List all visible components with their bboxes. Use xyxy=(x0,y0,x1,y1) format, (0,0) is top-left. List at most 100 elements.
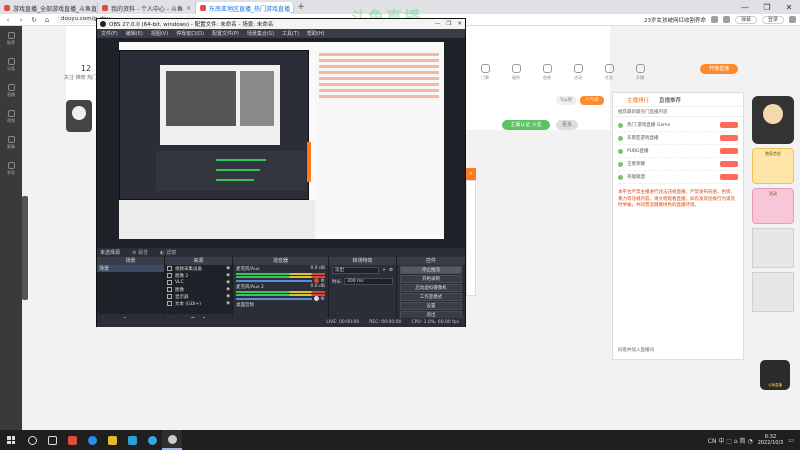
studio-mode-button[interactable]: 工作室模式 xyxy=(400,293,462,301)
gear-icon[interactable]: ⚙ xyxy=(321,278,325,284)
home-icon[interactable]: ⌂ xyxy=(43,16,51,24)
maximize-button[interactable]: ❐ xyxy=(756,3,778,12)
source-item[interactable]: 文本 (GDI+) ◉ xyxy=(165,300,232,307)
taskbar-app[interactable] xyxy=(82,430,102,450)
tab-recommend[interactable]: 直播推荐 xyxy=(659,96,681,104)
tab-rank[interactable]: 主播排行 xyxy=(627,96,649,104)
menu-help[interactable]: 帮助(H) xyxy=(307,30,325,37)
visibility-icon[interactable]: ◉ xyxy=(226,273,230,278)
visibility-icon[interactable]: ◉ xyxy=(226,301,230,306)
header-icon-item[interactable]: 鱼吧 xyxy=(538,64,556,81)
taskbar-app[interactable] xyxy=(102,430,122,450)
list-item[interactable]: 王者荣耀 xyxy=(618,158,738,171)
reload-icon[interactable]: ↻ xyxy=(30,16,38,24)
menu-view[interactable]: 视图(V) xyxy=(151,30,168,37)
header-icon-item[interactable]: 门票 xyxy=(476,64,494,81)
menu-tools[interactable]: 工具(T) xyxy=(282,30,299,37)
header-icon-item[interactable]: 福利 xyxy=(507,64,525,81)
new-tab-button[interactable]: + xyxy=(294,2,308,12)
close-window-button[interactable]: ✕ xyxy=(778,3,800,12)
add-icon[interactable]: + xyxy=(382,268,386,273)
menu-scene-collection[interactable]: 场景集合(S) xyxy=(247,30,274,37)
browser-tab-2[interactable]: 我的资料 - 个人中心 - 斗鱼 × xyxy=(98,2,196,14)
source-item[interactable]: VLC ◉ xyxy=(165,279,232,286)
start-button[interactable] xyxy=(0,430,22,450)
minimize-button[interactable]: — xyxy=(734,3,756,12)
sidebar-item[interactable]: 发现 xyxy=(0,156,22,182)
virtual-camera-button[interactable]: 启动虚拟摄像机 xyxy=(400,284,462,292)
avatar[interactable] xyxy=(66,100,92,132)
verify-pill[interactable]: 主播认证 火星 xyxy=(502,120,550,130)
sidebar-item[interactable]: 直播 xyxy=(0,78,22,104)
sidebar-scrollbar[interactable] xyxy=(22,196,28,300)
taskbar-app[interactable] xyxy=(122,430,142,450)
source-item[interactable]: 图像 ◉ xyxy=(165,286,232,293)
notification-icon[interactable]: ▭ xyxy=(788,437,794,444)
gear-icon[interactable]: ⚙ xyxy=(321,296,325,302)
browser-tab-1[interactable]: 游戏直播_全部游戏直播_斗鱼直播× xyxy=(0,2,98,14)
taskbar-app[interactable] xyxy=(62,430,82,450)
transition-select[interactable]: 淡出 xyxy=(332,267,380,274)
start-recording-button[interactable]: 开始录制 xyxy=(400,275,462,283)
source-item[interactable]: 图像 2 ◉ xyxy=(165,272,232,279)
clock[interactable]: 6:32 2022/10/3 xyxy=(758,434,784,446)
speaker-icon[interactable] xyxy=(313,296,319,301)
visibility-icon[interactable]: ◉ xyxy=(226,287,230,292)
extension-icon[interactable] xyxy=(722,16,730,23)
taskbar-app[interactable] xyxy=(142,430,162,450)
popup-close-icon[interactable]: × xyxy=(466,168,476,180)
list-item[interactable]: 热门 游戏直播 Game xyxy=(618,119,738,132)
minimize-button[interactable]: — xyxy=(435,21,441,27)
back-icon[interactable]: ‹ xyxy=(4,16,12,24)
rank-pill[interactable]: Top榜 xyxy=(556,96,576,105)
taskbar-app[interactable] xyxy=(162,430,182,450)
sidebar-item[interactable]: 视频 xyxy=(0,104,22,130)
mascot-image[interactable] xyxy=(752,96,794,144)
filters-button[interactable]: ◐ 滤镜 xyxy=(160,249,176,256)
mute-icon[interactable] xyxy=(313,278,319,283)
popular-pill[interactable]: 人气榜 xyxy=(580,96,604,105)
menu-profile[interactable]: 配置文件(P) xyxy=(212,30,239,37)
visibility-icon[interactable]: ◉ xyxy=(226,266,230,271)
menu-edit[interactable]: 编辑(E) xyxy=(126,30,143,37)
obs-preview[interactable] xyxy=(97,38,465,248)
duration-input[interactable]: 300 ms xyxy=(344,278,393,285)
list-item[interactable]: PUBG直播 xyxy=(618,145,738,158)
menu-docks[interactable]: 停靠窗口(D) xyxy=(176,30,204,37)
header-icon-item[interactable]: 开播 xyxy=(631,64,649,81)
browser-tab-3[interactable]: 东南亚地区直播_热门游戏直播_斗鱼× xyxy=(196,2,294,14)
close-tab-icon[interactable]: × xyxy=(186,5,191,12)
taskbar-app[interactable] xyxy=(42,430,62,450)
toolbar-pill[interactable]: 弹幕 xyxy=(734,15,757,24)
menu-icon[interactable] xyxy=(789,16,796,23)
toolbar-pill[interactable]: 登录 xyxy=(761,15,784,24)
sidebar-item[interactable]: 分类 xyxy=(0,52,22,78)
ad-banner[interactable]: 独家首发 xyxy=(752,148,794,184)
header-icon-item[interactable]: 任务 xyxy=(600,64,618,81)
visibility-icon[interactable]: ◉ xyxy=(226,294,230,299)
user-links[interactable]: 关注 推荐 热门 xyxy=(64,74,97,81)
list-item[interactable]: 东南亚游戏直播 xyxy=(618,132,738,145)
floating-ad[interactable]: 斗鱼直播 xyxy=(760,360,790,390)
start-broadcast-button[interactable]: 开播直播 xyxy=(700,64,738,74)
source-item[interactable]: 视频采集设备 ◉ xyxy=(165,265,232,272)
forward-icon[interactable]: › xyxy=(17,16,25,24)
ad-image[interactable] xyxy=(752,272,794,312)
volume-fader[interactable]: ⚙ xyxy=(236,296,325,302)
scene-item[interactable]: 场景 xyxy=(97,265,164,272)
gear-icon[interactable]: ⚙ xyxy=(389,268,393,273)
list-item[interactable]: 英雄联盟 xyxy=(618,171,738,184)
ad-image[interactable] xyxy=(752,228,794,268)
visibility-icon[interactable]: ◉ xyxy=(226,280,230,285)
sidebar-item[interactable]: 赛事 xyxy=(0,130,22,156)
menu-file[interactable]: 文件(F) xyxy=(101,30,118,37)
panel-footer[interactable]: 同意并加入直播间 xyxy=(618,347,654,353)
sidebar-item[interactable]: 推荐 xyxy=(0,26,22,52)
tray-icons[interactable]: CN 中 ⬚ ⌂ 简 ◔ xyxy=(708,436,753,445)
close-window-button[interactable]: ✕ xyxy=(457,21,462,27)
ad-banner[interactable]: 活动 xyxy=(752,188,794,224)
properties-button[interactable]: ⚙ 属性 xyxy=(132,249,148,256)
taskbar-app[interactable] xyxy=(22,430,42,450)
news-ticker[interactable]: 23岁女孩被网红收割养命 xyxy=(644,16,706,24)
header-icon-item[interactable]: 活动 xyxy=(569,64,587,81)
